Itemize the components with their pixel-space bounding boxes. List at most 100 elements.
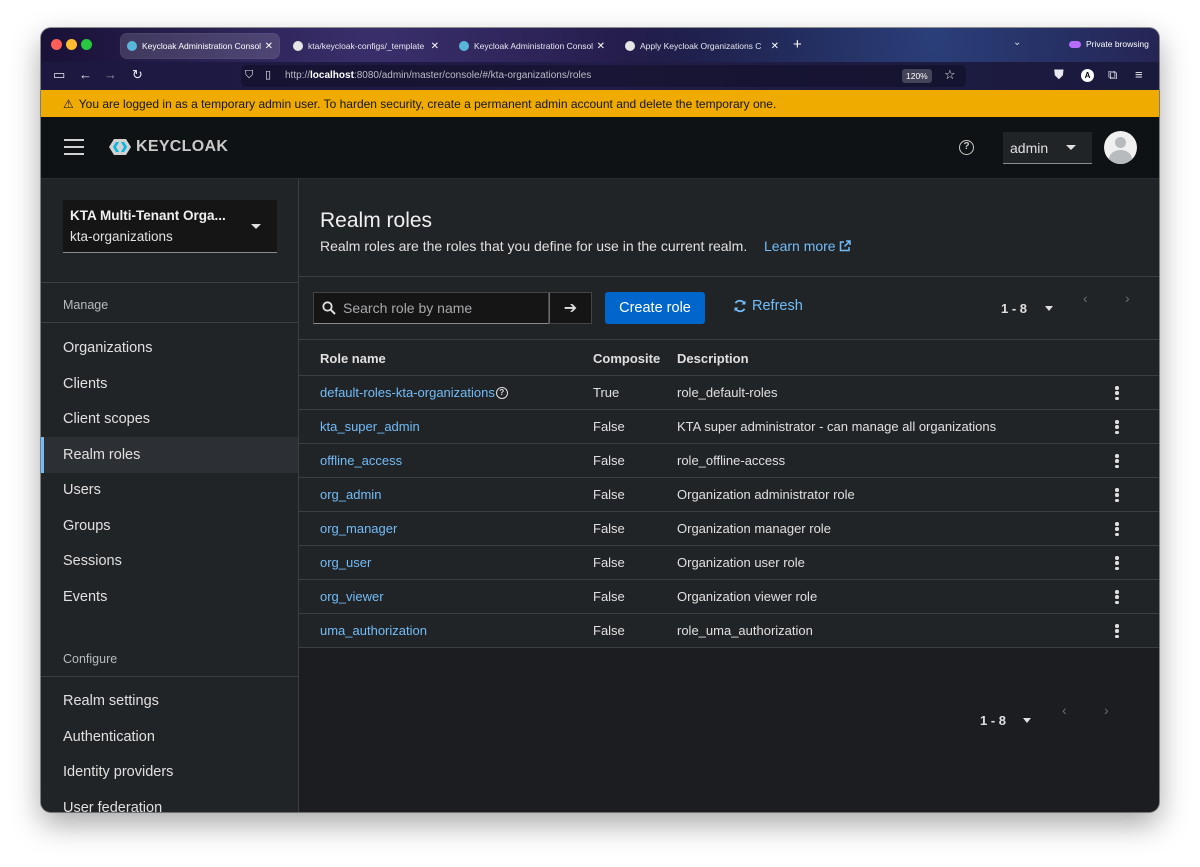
browser-window: Keycloak Administration Console ✕ kta/ke… (41, 28, 1159, 812)
table-row: default-roles-kta-organizations? True ro… (299, 376, 1159, 410)
role-name-link[interactable]: kta_super_admin (320, 419, 420, 434)
reload-icon[interactable]: ↻ (132, 68, 143, 82)
table-row: offline_access False role_offline-access (299, 444, 1159, 478)
role-composite: False (593, 453, 625, 468)
kebab-menu-icon[interactable] (1112, 453, 1122, 469)
help-icon[interactable]: ? (959, 140, 974, 155)
divider (41, 322, 298, 323)
github-favicon-icon (293, 41, 303, 51)
divider (41, 282, 298, 283)
sidebar-item-realm-roles[interactable]: Realm roles (41, 437, 298, 473)
role-name-link[interactable]: default-roles-kta-organizations? (320, 385, 508, 400)
previous-page-icon[interactable]: ‹ (1062, 702, 1067, 718)
learn-more-link[interactable]: Learn more (764, 238, 851, 254)
role-name-link[interactable]: org_manager (320, 521, 397, 536)
chevron-down-icon[interactable]: ⌄ (1013, 37, 1021, 48)
sidebar-item-identity-providers[interactable]: Identity providers (41, 754, 298, 790)
sidebar-item-organizations[interactable]: Organizations (41, 330, 298, 366)
next-page-icon[interactable]: › (1104, 702, 1109, 718)
pagination-dropdown[interactable]: 1 - 8 (1001, 301, 1054, 316)
role-description: role_offline-access (677, 453, 786, 468)
close-tab-icon[interactable]: ✕ (431, 41, 439, 52)
tab-title: Apply Keycloak Organizations C (640, 41, 762, 51)
help-circle-icon[interactable]: ? (495, 386, 508, 399)
close-tab-icon[interactable]: ✕ (771, 41, 779, 52)
maximize-window-button[interactable] (81, 39, 92, 50)
kebab-menu-icon[interactable] (1112, 385, 1122, 401)
search-input[interactable] (343, 300, 543, 316)
browser-tab-2[interactable]: kta/keycloak-configs/_template ✕ (287, 34, 445, 58)
sidebar-item-groups[interactable]: Groups (41, 508, 298, 544)
role-composite: True (593, 385, 620, 400)
github-favicon-icon (625, 41, 635, 51)
minimize-window-button[interactable] (66, 39, 77, 50)
learn-more-label: Learn more (764, 238, 836, 254)
keycloak-favicon-icon (459, 41, 469, 51)
browser-tab-3[interactable]: Keycloak Administration Console ✕ (453, 34, 611, 58)
new-tab-icon[interactable]: + (793, 36, 802, 53)
sidebar: KTA Multi-Tenant Orga... kta-organizatio… (41, 179, 299, 812)
sidebar-item-clients[interactable]: Clients (41, 366, 298, 402)
pagination-dropdown[interactable]: 1 - 8 (980, 713, 1032, 728)
tab-title: Keycloak Administration Console (142, 41, 261, 51)
role-name-link[interactable]: org_admin (320, 487, 381, 502)
search-icon (322, 301, 336, 315)
previous-page-icon[interactable]: ‹ (1083, 290, 1088, 306)
table-row: org_manager False Organization manager r… (299, 512, 1159, 546)
sidebar-toggle-icon[interactable]: ▭ (53, 68, 65, 82)
forward-arrow-icon[interactable]: → (104, 68, 117, 82)
sidebar-item-events[interactable]: Events (41, 579, 298, 615)
pagination-range: 1 - 8 (1001, 301, 1028, 316)
search-box (313, 292, 549, 324)
search-submit-button[interactable]: ➔ (549, 292, 592, 324)
table-row: kta_super_admin False KTA super administ… (299, 410, 1159, 444)
browser-tab-1[interactable]: Keycloak Administration Console ✕ (121, 34, 279, 58)
menu-icon[interactable]: ≡ (1135, 68, 1143, 82)
sidebar-item-user-federation[interactable]: User federation (41, 790, 298, 812)
close-tab-icon[interactable]: ✕ (265, 41, 273, 52)
role-name-link[interactable]: uma_authorization (320, 623, 427, 638)
close-tab-icon[interactable]: ✕ (597, 41, 605, 52)
realm-selector[interactable]: KTA Multi-Tenant Orga... kta-organizatio… (63, 200, 277, 253)
sidebar-item-sessions[interactable]: Sessions (41, 543, 298, 579)
url-bar[interactable]: ⛉ ▯ http://localhost:8080/admin/master/c… (241, 65, 966, 87)
kebab-menu-icon[interactable] (1112, 419, 1122, 435)
masthead: KEYCLOAK ? admin (41, 117, 1159, 179)
refresh-icon (734, 299, 746, 313)
bookmark-star-icon[interactable]: ☆ (944, 68, 956, 82)
sidebar-item-users[interactable]: Users (41, 472, 298, 508)
column-header-role-name[interactable]: Role name (320, 351, 386, 366)
hamburger-menu-icon[interactable] (64, 139, 84, 155)
roles-table: Role name Composite Description default-… (299, 339, 1159, 648)
avatar[interactable] (1104, 131, 1137, 164)
column-header-description: Description (677, 351, 749, 366)
role-name-link[interactable]: offline_access (320, 453, 402, 468)
kebab-menu-icon[interactable] (1112, 555, 1122, 571)
close-window-button[interactable] (51, 39, 62, 50)
zoom-level-badge[interactable]: 120% (902, 69, 932, 83)
refresh-button[interactable]: Refresh (733, 298, 803, 314)
next-page-icon[interactable]: › (1125, 290, 1130, 306)
user-dropdown[interactable]: admin (1003, 132, 1092, 164)
kebab-menu-icon[interactable] (1112, 487, 1122, 503)
sidebar-item-authentication[interactable]: Authentication (41, 719, 298, 755)
kebab-menu-icon[interactable] (1112, 623, 1122, 639)
column-header-composite: Composite (593, 351, 661, 366)
back-arrow-icon[interactable]: ← (79, 68, 92, 82)
sidebar-item-client-scopes[interactable]: Client scopes (41, 401, 298, 437)
pocket-icon[interactable]: ⛊ (1054, 68, 1064, 82)
browser-tab-4[interactable]: Apply Keycloak Organizations C ✕ (619, 34, 785, 58)
account-icon[interactable]: A (1081, 69, 1094, 82)
private-mask-icon (1069, 40, 1081, 48)
sidebar-item-realm-settings[interactable]: Realm settings (41, 683, 298, 719)
role-name-link[interactable]: org_viewer (320, 589, 384, 604)
keycloak-logo[interactable]: KEYCLOAK (108, 138, 228, 156)
kebab-menu-icon[interactable] (1112, 589, 1122, 605)
shield-icon[interactable]: ⛉ (245, 68, 253, 82)
role-name-link[interactable]: org_user (320, 555, 371, 570)
caret-down-icon (1066, 145, 1076, 150)
extensions-icon[interactable]: ⧉ (1108, 68, 1117, 82)
logo-text: KEYCLOAK (136, 138, 229, 155)
create-role-button[interactable]: Create role (605, 292, 705, 324)
kebab-menu-icon[interactable] (1112, 521, 1122, 537)
